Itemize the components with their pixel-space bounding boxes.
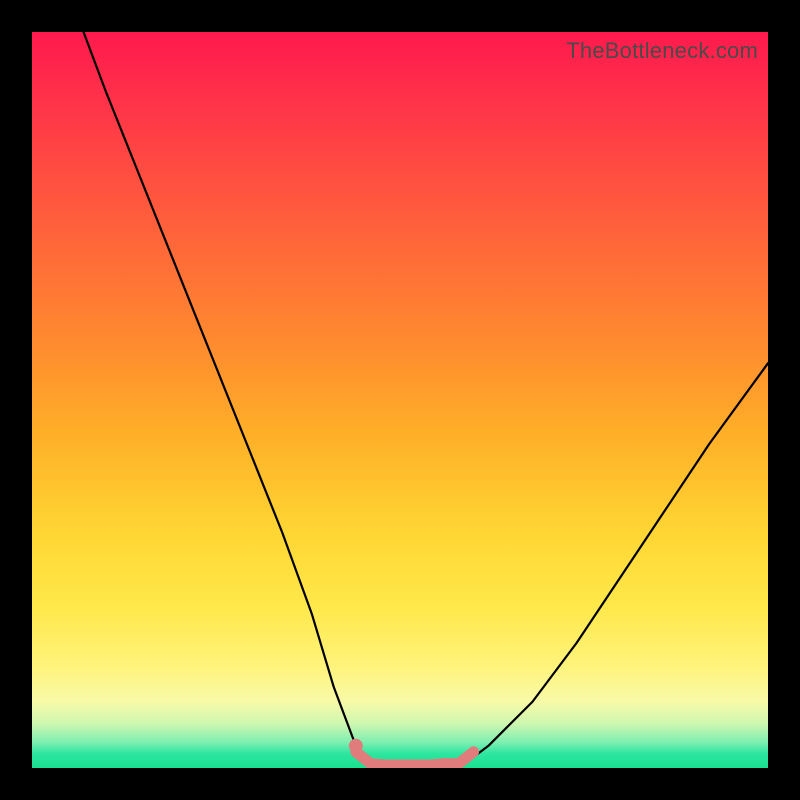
right-curve-path xyxy=(459,363,768,768)
left-curve-path xyxy=(84,32,371,768)
chart-frame: TheBottleneck.com xyxy=(0,0,800,800)
chart-plot-area: TheBottleneck.com xyxy=(32,32,768,768)
bottom-segment-path xyxy=(356,752,474,765)
bottom-marker-icon xyxy=(349,739,363,753)
chart-svg xyxy=(32,32,768,768)
